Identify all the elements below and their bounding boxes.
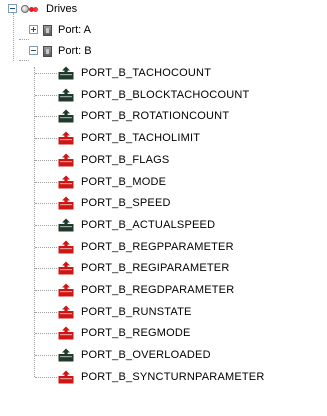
writable-parameter-icon [58,326,74,340]
tree-guide-line [35,333,57,334]
tree-guide-line [35,73,57,74]
writable-parameter-icon [58,153,74,167]
read-only-parameter-icon [58,66,74,80]
tree-leaf-label: PORT_B_BLOCKTACHOCOUNT [81,89,250,101]
expand-toggle-port-a[interactable] [29,25,38,34]
tree-guide-line [35,290,57,291]
port-icon [43,45,52,57]
writable-parameter-icon [58,240,74,254]
tree-leaf-item[interactable]: PORT_B_REGMODE [58,324,191,342]
tree-leaf-item[interactable]: PORT_B_SPEED [58,194,171,212]
tree-leaf-label: PORT_B_ACTUALSPEED [81,219,216,231]
tree-node-port-b[interactable]: Port: B [43,42,92,60]
tree-guide-line [35,160,57,161]
tree-leaf-item[interactable]: PORT_B_ACTUALSPEED [58,216,215,234]
tree-leaf-item[interactable]: PORT_B_MODE [58,173,166,191]
tree-leaf-label: PORT_B_TACHOCOUNT [81,67,212,79]
tree-guide-line [35,312,57,313]
writable-parameter-icon [58,283,74,297]
tree-node-drives[interactable]: Drives [20,0,77,18]
writable-parameter-icon [58,370,74,384]
tree-leaf-item[interactable]: PORT_B_OVERLOADED [58,346,211,364]
tree-guide-line [35,225,57,226]
tree-leaf-label: PORT_B_SPEED [81,197,171,209]
tree-leaf-item[interactable]: PORT_B_TACHOLIMIT [58,129,200,147]
tree-leaf-label: PORT_B_MODE [81,176,167,188]
tree-leaf-label: PORT_B_REGDPARAMETER [81,284,235,296]
writable-parameter-icon [58,196,74,210]
collapse-toggle-port-b[interactable] [29,46,38,55]
tree-leaf-item[interactable]: PORT_B_RUNSTATE [58,303,192,321]
port-icon [43,24,52,36]
tree-guide-line [35,116,57,117]
tree-node-label: Port: B [58,45,92,57]
read-only-parameter-icon [58,88,74,102]
tree-leaf-label: PORT_B_ROTATIONCOUNT [81,110,230,122]
tree-guide-line [35,268,57,269]
tree-guide-line [19,60,29,61]
tree-node-label: Port: A [58,24,92,36]
writable-parameter-icon [58,305,74,319]
tree-leaf-label: PORT_B_REGMODE [81,327,191,339]
tree-guide-line [13,13,14,61]
tree-leaf-item[interactable]: PORT_B_SYNCTURNPARAMETER [58,368,264,386]
tree-node-port-a[interactable]: Port: A [43,21,91,39]
tree-leaf-item[interactable]: PORT_B_TACHOCOUNT [58,64,211,82]
tree-leaf-label: PORT_B_RUNSTATE [81,306,192,318]
writable-parameter-icon [58,131,74,145]
tree-leaf-label: PORT_B_SYNCTURNPARAMETER [81,371,265,383]
tree-guide-line [35,247,57,248]
writable-parameter-icon [58,261,74,275]
collapse-toggle-drives[interactable] [8,4,17,13]
writable-parameter-icon [58,175,74,189]
tree-leaf-label: PORT_B_REGPPARAMETER [81,241,234,253]
tree-leaf-label: PORT_B_REGIPARAMETER [81,262,230,274]
tree-leaf-item[interactable]: PORT_B_FLAGS [58,151,169,169]
tree-leaf-item[interactable]: PORT_B_REGIPARAMETER [58,259,229,277]
read-only-parameter-icon [58,348,74,362]
drives-icon [20,2,42,16]
tree-leaf-label: PORT_B_TACHOLIMIT [81,132,201,144]
tree-guide-line [35,377,57,378]
tree-leaf-item[interactable]: PORT_B_REGDPARAMETER [58,281,234,299]
read-only-parameter-icon [58,109,74,123]
tree-leaf-label: PORT_B_OVERLOADED [81,349,211,361]
tree-leaf-item[interactable]: PORT_B_ROTATIONCOUNT [58,107,229,125]
tree-guide-line [35,203,57,204]
tree-guide-line [35,95,57,96]
tree-guide-line [35,182,57,183]
tree-guide-line [35,355,57,356]
tree-leaf-item[interactable]: PORT_B_BLOCKTACHOCOUNT [58,86,249,104]
tree-leaf-label: PORT_B_FLAGS [81,154,170,166]
tree-leaf-item[interactable]: PORT_B_REGPPARAMETER [58,238,234,256]
tree-node-label: Drives [46,3,78,15]
drives-tree-view[interactable]: Drives Port: A Port: B PORT_B_TACHOCOUNT… [0,0,327,416]
tree-guide-line [34,67,35,377]
tree-guide-line [19,39,29,40]
read-only-parameter-icon [58,218,74,232]
tree-guide-line [35,138,57,139]
